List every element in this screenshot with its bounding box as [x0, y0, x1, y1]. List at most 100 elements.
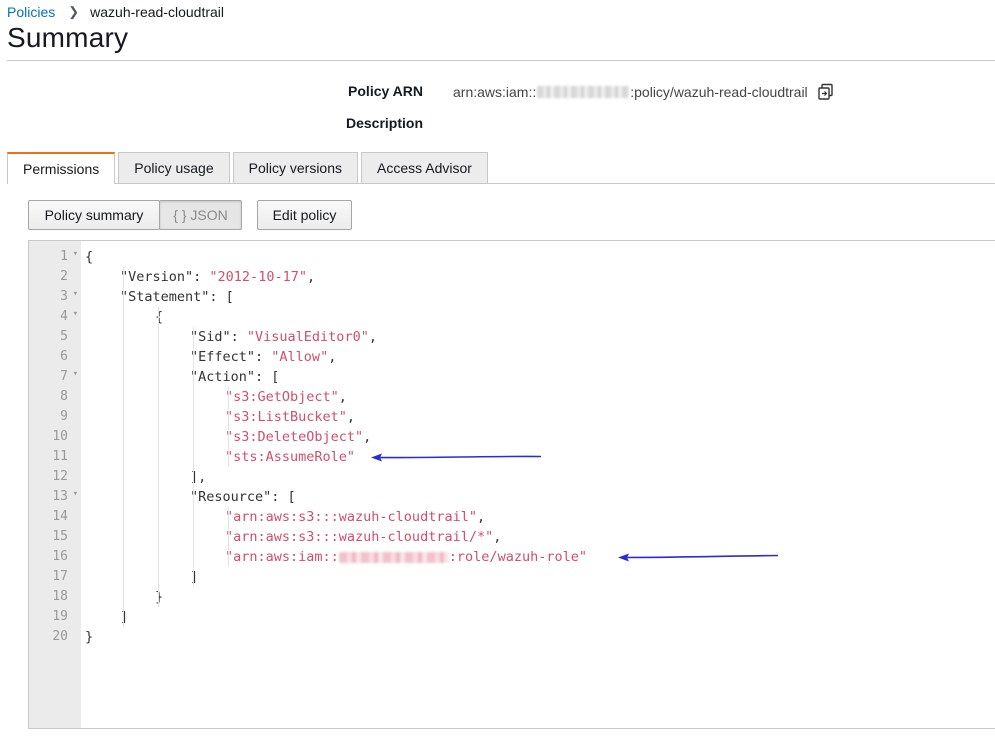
policy-arn-label: Policy ARN: [348, 83, 423, 99]
json-string-value: "arn:aws:s3:::wazuh-cloudtrail": [225, 509, 477, 525]
line-number-text: 18: [52, 589, 68, 604]
code-line: "Action": [: [190, 367, 279, 387]
fold-arrow-icon[interactable]: ▾: [73, 369, 78, 379]
json-colon: :: [255, 349, 272, 365]
code-line: ]: [190, 567, 198, 587]
tab-access-advisor[interactable]: Access Advisor: [361, 152, 488, 183]
breadcrumb-policies-link[interactable]: Policies: [7, 4, 55, 20]
tab-permissions[interactable]: Permissions: [7, 152, 116, 184]
line-number: 3 ▾: [29, 287, 81, 307]
json-punctuation: ,: [363, 429, 372, 445]
breadcrumb: Policies ❯ wazuh-read-cloudtrail: [7, 4, 224, 20]
json-punctuation: ,: [493, 529, 502, 545]
json-punctuation: ,: [306, 269, 316, 285]
indent-guide: [193, 327, 194, 587]
line-number-text: 11: [52, 449, 68, 464]
copy-icon[interactable]: [817, 83, 835, 101]
line-number: 9: [29, 407, 81, 427]
line-number-text: 5: [60, 329, 68, 344]
redacted-account-id: [338, 551, 449, 563]
code-line: "arn:aws:iam:::role/wazuh-role": [225, 547, 587, 567]
line-number-text: 15: [52, 529, 68, 544]
line-number-text: 8: [60, 389, 68, 404]
annotation-arrow-assume-role: [371, 453, 542, 462]
json-punctuation: ,: [476, 509, 486, 525]
chevron-right-icon: ❯: [68, 4, 80, 19]
json-editor[interactable]: 1 ▾ 2 3 ▾ 4 ▾ 5 6 7 ▾ 8 9 10 11 12 13 ▾ 14 15 16 17 18 19 20 {"V…: [28, 240, 995, 729]
json-string-value: "arn:aws:iam::: [225, 549, 339, 565]
indent-guide: [123, 267, 124, 627]
policy-arn-suffix: :policy/wazuh-read-cloudtrail: [630, 84, 808, 100]
line-number: 8: [29, 387, 81, 407]
annotation-arrow-wazuh-role: [618, 553, 779, 562]
line-number: 19: [29, 607, 81, 627]
line-number: 7 ▾: [29, 367, 81, 387]
fold-arrow-icon[interactable]: ▾: [73, 249, 78, 259]
fold-arrow-icon[interactable]: ▾: [73, 309, 78, 319]
line-number-gutter: 1 ▾ 2 3 ▾ 4 ▾ 5 6 7 ▾ 8 9 10 11 12 13 ▾ 14 15 16 17 18 19 20: [29, 241, 81, 728]
json-punctuation: }: [85, 629, 94, 645]
description-label: Description: [345, 115, 423, 131]
tab-policy-versions[interactable]: Policy versions: [232, 152, 359, 183]
policy-arn-value: arn:aws:iam:: :policy/wazuh-read-cloudtr…: [453, 83, 835, 101]
json-punctuation: ]: [190, 569, 199, 585]
tab-bar: Permissions Policy usage Policy versions…: [7, 152, 995, 184]
code-line: "arn:aws:s3:::wazuh-cloudtrail",: [225, 507, 485, 527]
line-number-text: 19: [52, 609, 68, 624]
json-string-value: :role/wazuh-role": [448, 549, 587, 565]
fold-arrow-icon[interactable]: ▾: [73, 289, 78, 299]
code-line: "s3:DeleteObject",: [225, 427, 371, 447]
edit-policy-button[interactable]: Edit policy: [257, 200, 352, 230]
line-number-text: 16: [52, 549, 68, 564]
json-key: "Statement": [120, 289, 210, 305]
code-line: {: [85, 247, 93, 267]
json-key: "Effect": [190, 349, 256, 365]
line-number-text: 12: [52, 469, 68, 484]
line-number: 15: [29, 527, 81, 547]
description-row: Description: [0, 115, 995, 135]
line-number-text: 20: [52, 629, 68, 644]
indent-guide: [228, 507, 229, 567]
json-colon: :: [230, 329, 247, 345]
breadcrumb-current: wazuh-read-cloudtrail: [90, 4, 224, 20]
line-number: 1 ▾: [29, 247, 81, 267]
code-line: "Sid": "VisualEditor0",: [190, 327, 377, 347]
line-number-text: 14: [52, 509, 68, 524]
json-punctuation: ,: [338, 389, 347, 405]
json-punctuation: : [: [271, 489, 296, 505]
code-line: {: [155, 307, 163, 327]
line-number: 4 ▾: [29, 307, 81, 327]
line-number-text: 9: [60, 409, 68, 424]
line-number-text: 17: [52, 569, 68, 584]
line-number: 18: [29, 587, 81, 607]
json-string-value: "2012-10-17": [209, 269, 307, 285]
line-number-text: 13: [52, 489, 68, 504]
json-string-value: "VisualEditor0": [246, 329, 369, 345]
line-number: 20: [29, 627, 81, 647]
line-number: 6: [29, 347, 81, 367]
json-button[interactable]: { } JSON: [159, 200, 242, 230]
line-number-text: 7: [60, 369, 68, 384]
json-string-value: "s3:DeleteObject": [225, 429, 364, 445]
line-number: 11: [29, 447, 81, 467]
fold-arrow-icon[interactable]: ▾: [73, 489, 78, 499]
page-title: Summary: [7, 22, 129, 53]
code-line: "sts:AssumeRole": [225, 447, 355, 467]
code-line: "Effect": "Allow",: [190, 347, 336, 367]
json-key: "Resource": [190, 489, 272, 505]
tab-policy-usage[interactable]: Policy usage: [118, 152, 230, 183]
line-number: 14: [29, 507, 81, 527]
json-string-value: "Allow": [271, 349, 329, 365]
policy-summary-button[interactable]: Policy summary: [28, 200, 160, 230]
line-number: 2: [29, 267, 81, 287]
line-number: 12: [29, 467, 81, 487]
line-number: 10: [29, 427, 81, 447]
line-number: 17: [29, 567, 81, 587]
code-line: "Version": "2012-10-17",: [120, 267, 315, 287]
json-string-value: "arn:aws:s3:::wazuh-cloudtrail/*": [225, 529, 494, 545]
code-line: }: [155, 587, 163, 607]
line-number-text: 6: [60, 349, 68, 364]
code-line: "Resource": [: [190, 487, 296, 507]
line-number: 13 ▾: [29, 487, 81, 507]
json-key: "Sid": [190, 329, 231, 345]
